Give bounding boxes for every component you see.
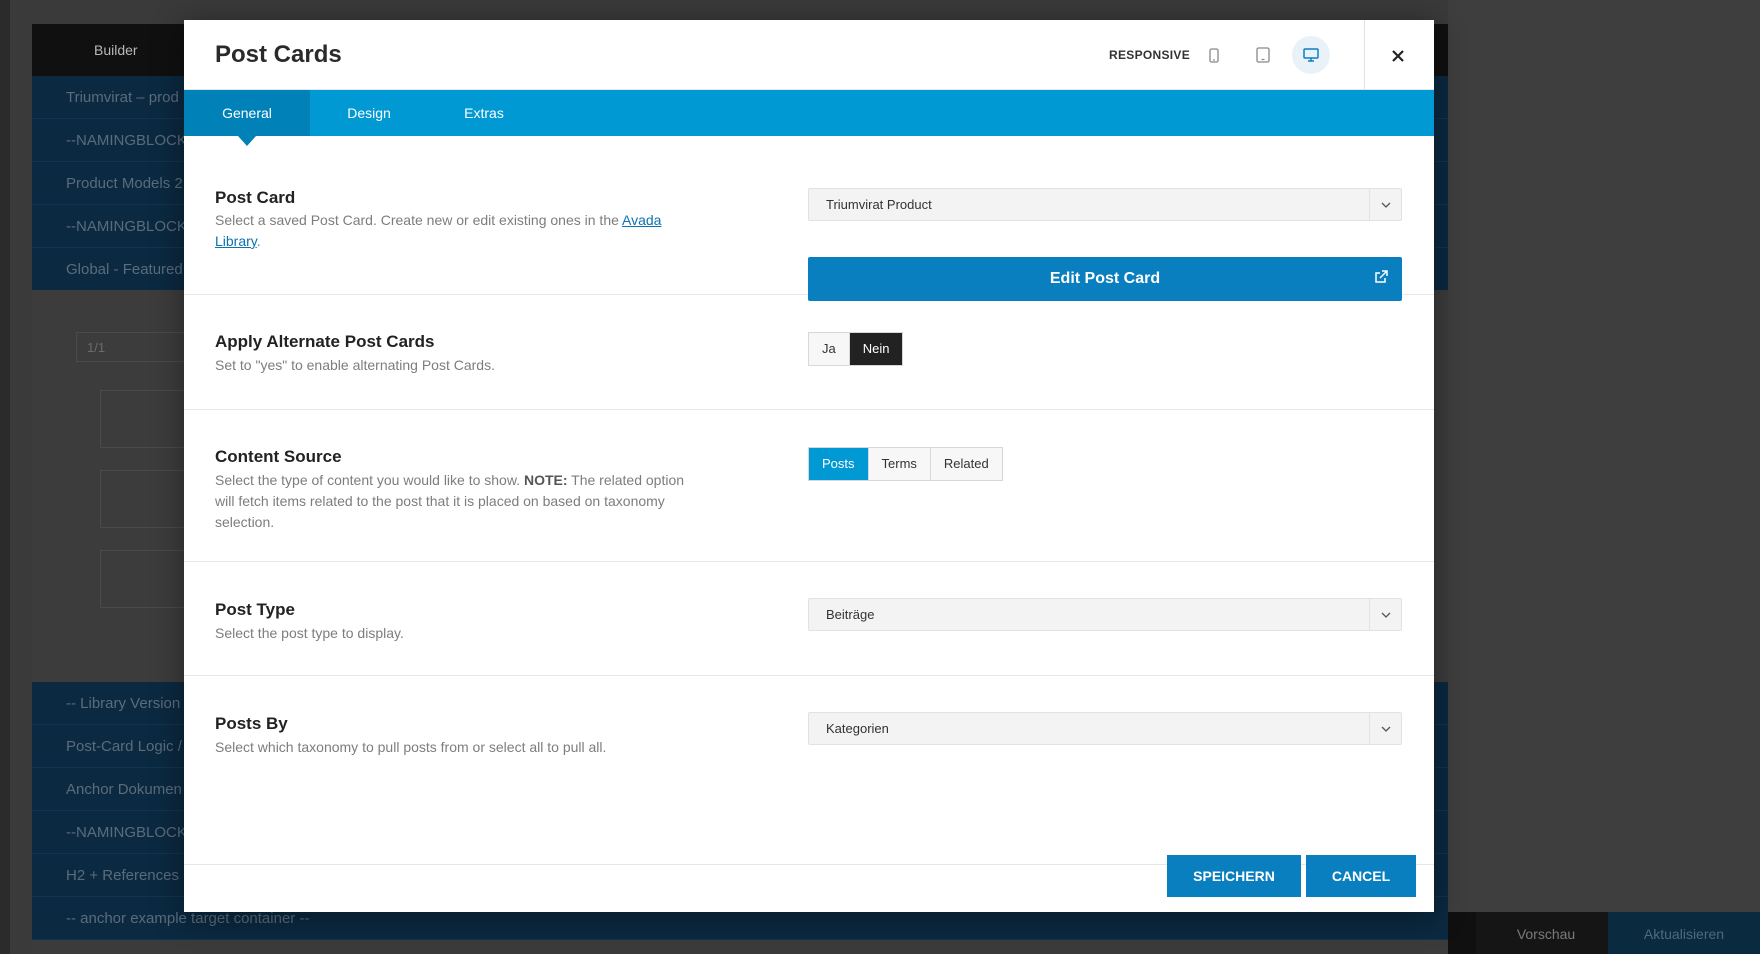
tab-extras[interactable]: Extras [429, 90, 539, 136]
select-value: Beiträge [826, 607, 875, 622]
mobile-icon [1209, 47, 1219, 63]
source-related[interactable]: Related [930, 448, 1002, 480]
select-value: Triumvirat Product [826, 197, 932, 212]
description-text: . [256, 233, 261, 249]
option-post-card: Post Card Select a saved Post Card. Crea… [184, 136, 1434, 301]
tab-general[interactable]: General [184, 90, 310, 136]
post-card-select[interactable]: Triumvirat Product [808, 188, 1402, 221]
modal-footer: SPEICHERN CANCEL [184, 855, 1434, 912]
close-button[interactable] [1380, 38, 1416, 74]
tablet-icon [1256, 47, 1270, 63]
close-icon [1392, 50, 1404, 62]
option-label: Apply Alternate Post Cards [215, 332, 435, 351]
option-posts-by: Posts By Select which taxonomy to pull p… [184, 676, 1434, 864]
chevron-down-icon [1369, 599, 1401, 630]
option-description: Set to "yes" to enable alternating Post … [215, 357, 495, 373]
left-edge [0, 0, 10, 954]
builder-right-area [1448, 0, 1760, 954]
post-cards-modal: Post Cards RESPONSIVE General Design Ext… [184, 20, 1434, 912]
post-type-select[interactable]: Beiträge [808, 598, 1402, 631]
builder-bottom-bar: Vorschau Aktualisieren [1448, 912, 1760, 954]
source-terms[interactable]: Terms [868, 448, 931, 480]
option-label: Post Type [215, 600, 295, 619]
posts-by-select[interactable]: Kategorien [808, 712, 1402, 745]
chevron-down-icon [1369, 189, 1401, 220]
edit-button-label: Edit Post Card [1049, 270, 1161, 287]
option-post-type: Post Type Select the post type to displa… [184, 562, 1434, 676]
cancel-button[interactable]: CANCEL [1306, 855, 1416, 897]
option-label: Content Source [215, 447, 342, 466]
select-value: Kategorien [826, 721, 889, 736]
desktop-icon [1303, 48, 1319, 62]
column-toolbar[interactable]: 1/1 [76, 332, 186, 362]
alternate-toggle-group: Ja Nein [808, 332, 904, 366]
source-posts[interactable]: Posts [809, 448, 869, 480]
header-divider [1364, 20, 1365, 90]
option-alternate-post-cards: Apply Alternate Post Cards Set to "yes" … [184, 295, 1434, 410]
note-label: NOTE: [523, 472, 568, 488]
update-button[interactable]: Aktualisieren [1608, 912, 1760, 954]
element-placeholder[interactable] [100, 470, 190, 528]
save-button[interactable]: SPEICHERN [1167, 855, 1301, 897]
tab-bar: General Design Extras [184, 90, 1434, 146]
mobile-preview-button[interactable] [1195, 36, 1233, 74]
option-description: Select the post type to display. [215, 625, 404, 641]
description-text: Select the type of content you would lik… [215, 472, 524, 488]
chevron-down-icon [1369, 713, 1401, 744]
modal-header: Post Cards RESPONSIVE [184, 20, 1434, 90]
option-label: Post Card [215, 188, 296, 207]
modal-title: Post Cards [215, 41, 342, 68]
option-description: Select a saved Post Card. Create new or … [215, 210, 695, 252]
option-description: Select the type of content you would lik… [215, 470, 695, 533]
desktop-preview-button[interactable] [1292, 36, 1330, 74]
tablet-preview-button[interactable] [1244, 36, 1282, 74]
toggle-ja[interactable]: Ja [809, 333, 850, 365]
builder-tab[interactable]: Builder [94, 42, 138, 58]
preview-button[interactable]: Vorschau [1476, 912, 1616, 954]
toggle-nein[interactable]: Nein [849, 333, 903, 365]
element-placeholder[interactable] [100, 390, 190, 448]
description-text: Select a saved Post Card. Create new or … [215, 212, 623, 228]
content-source-group: Posts Terms Related [808, 447, 1003, 481]
modal-body: Post Card Select a saved Post Card. Crea… [184, 136, 1434, 864]
responsive-label: RESPONSIVE [1109, 48, 1191, 62]
option-description: Select which taxonomy to pull posts from… [215, 739, 607, 755]
element-placeholder[interactable] [100, 550, 190, 608]
external-link-icon [1374, 270, 1388, 289]
tab-design[interactable]: Design [314, 90, 424, 136]
option-label: Posts By [215, 714, 288, 733]
option-content-source: Content Source Select the type of conten… [184, 410, 1434, 562]
